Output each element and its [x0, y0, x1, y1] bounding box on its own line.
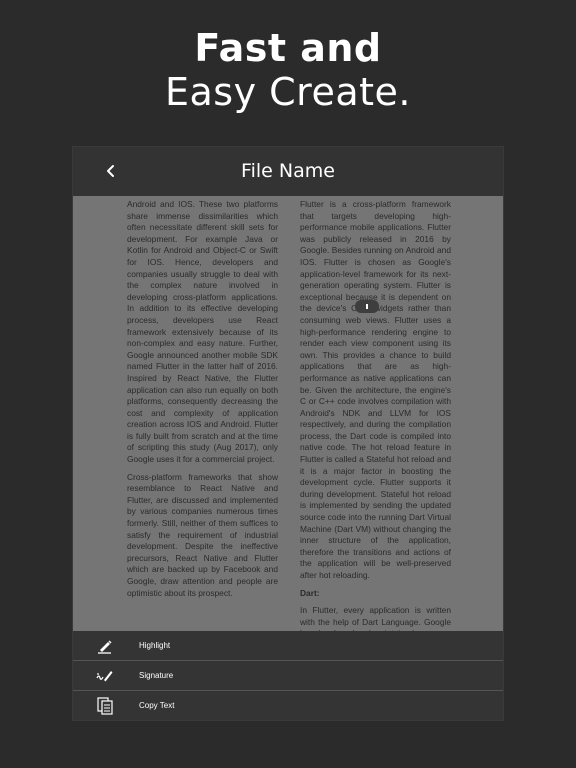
menu-item-label: Copy Text — [139, 701, 175, 710]
headline-line-2: Easy Create. — [164, 70, 411, 114]
app-bar: File Name — [73, 147, 503, 196]
document-paragraph: In Flutter, every application is written… — [300, 605, 451, 631]
text-selection-marker[interactable] — [355, 300, 379, 313]
document-paragraph: Flutter is a cross-platform framework th… — [300, 199, 451, 580]
menu-item-highlight[interactable]: Highlight — [73, 631, 503, 660]
promo-headline: Fast and Easy Create. — [0, 26, 576, 114]
file-name-title: File Name — [241, 160, 335, 182]
headline-line-1: Fast and — [194, 26, 382, 70]
document-paragraph: Android and IOS. These two platforms sha… — [127, 199, 278, 465]
document-subheading: Dart: — [300, 587, 320, 598]
highlighter-pen-icon — [95, 636, 115, 656]
menu-item-copy-text[interactable]: Copy Text — [73, 690, 503, 720]
menu-item-label: Highlight — [139, 641, 171, 650]
document-page[interactable]: Android and IOS. These two platforms sha… — [73, 196, 503, 631]
action-menu: Highlight Signature Copy Text — [73, 631, 503, 720]
menu-item-signature[interactable]: Signature — [73, 660, 503, 690]
document-paragraph: Cross-platform frameworks that show rese… — [127, 471, 278, 598]
chevron-left-icon — [107, 165, 114, 177]
signature-pen-icon — [95, 666, 115, 686]
copy-document-icon — [95, 696, 115, 716]
document-column-left: Android and IOS. These two platforms sha… — [127, 199, 278, 605]
marker-caret-icon — [366, 304, 368, 309]
menu-item-label: Signature — [139, 671, 174, 680]
back-button[interactable] — [99, 159, 123, 183]
app-screen: File Name Android and IOS. These two pla… — [73, 147, 503, 720]
document-column-right: Flutter is a cross-platform framework th… — [300, 199, 451, 631]
